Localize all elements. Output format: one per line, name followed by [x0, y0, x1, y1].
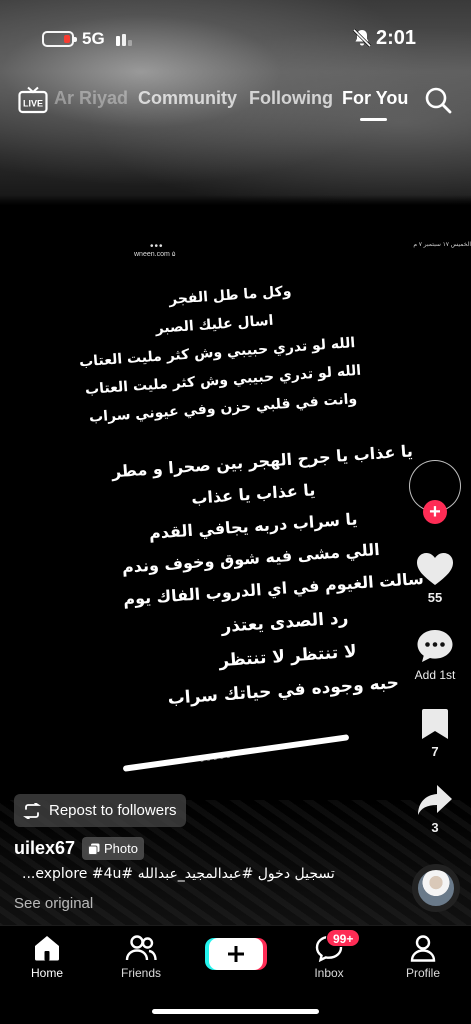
caption-text[interactable]: تسجيل دخول #عبدالمجيد_عبدالله #explore #… — [22, 866, 352, 882]
tab-ar-riyad[interactable]: Ar Riyad — [54, 88, 128, 109]
bookmark-icon — [422, 709, 448, 739]
tab-friends[interactable]: Friends — [101, 934, 181, 980]
poem-line: سالت الغيوم في اي الدروب الفاك يوم — [122, 568, 425, 609]
tab-inbox-label: Inbox — [314, 966, 344, 980]
friends-icon — [125, 935, 157, 961]
comment-icon — [417, 630, 453, 662]
live-label: LIVE — [23, 99, 43, 109]
inbox-badge: 99+ — [326, 929, 361, 947]
poem-line: يا عذاب يا عذاب — [190, 480, 316, 508]
tab-home[interactable]: Home — [7, 934, 87, 980]
tab-profile[interactable]: Profile — [383, 934, 463, 980]
tab-friends-label: Friends — [120, 966, 161, 980]
photo-badge: Photo — [82, 837, 144, 860]
bottom-tab-bar: Home Friends Inbox 99+ Profile — [0, 925, 471, 1024]
poem-text: وكل ما طل الفجر اسال عليك الصبر الله لو … — [10, 261, 425, 709]
tab-profile-label: Profile — [405, 966, 440, 980]
share-button[interactable]: 3 — [400, 784, 470, 835]
poem-line: اللي مشى فيه شوق وخوف وندم — [121, 539, 381, 577]
profile-icon — [410, 935, 436, 962]
repost-label: Repost to followers — [49, 802, 177, 819]
live-button[interactable]: LIVE — [18, 86, 48, 114]
tab-home-label: Home — [30, 966, 63, 980]
username[interactable]: uilex67 — [14, 838, 75, 859]
comment-button[interactable]: Add 1st — [400, 628, 470, 682]
battery-icon — [42, 31, 77, 47]
poem-line: رد الصدى يعتذر — [220, 608, 349, 638]
handwritten-stroke — [122, 734, 350, 772]
corner-note: الخميس ١٧ سبتمبر ٧ م — [413, 242, 471, 248]
tab-following[interactable]: Following — [249, 88, 333, 109]
tab-community[interactable]: Community — [138, 88, 237, 109]
live-tv-icon: LIVE — [18, 86, 48, 114]
like-button[interactable]: 55 — [400, 552, 470, 605]
repost-button[interactable]: Repost to followers — [14, 794, 186, 827]
photo-badge-label: Photo — [104, 841, 138, 856]
poem-line: وكل ما طل الفجر — [168, 283, 292, 308]
tab-for-you[interactable]: For You — [342, 88, 408, 109]
poem-line: يا عذاب يا جرح الهجر بين صحرا و مطر — [111, 441, 414, 482]
poem-line: يا سراب دربه يجافي القدم — [148, 509, 359, 543]
signal-icon — [116, 32, 136, 46]
status-bar: 5G 2:01 — [0, 0, 471, 78]
like-count: 55 — [427, 590, 443, 605]
watermark: wneen.com ۵ — [134, 251, 176, 258]
poem-line: لا تنتظر لا تنتظر — [218, 641, 358, 672]
home-icon — [35, 936, 59, 961]
comment-label: Add 1st — [414, 668, 456, 682]
share-arrow-icon — [418, 785, 452, 815]
network-type: 5G — [82, 29, 105, 48]
active-tab-indicator — [360, 118, 387, 121]
top-nav: LIVE Ar Riyad Community Following For Yo… — [0, 80, 471, 122]
poem-line: اسال عليك الصبر — [155, 312, 274, 337]
poem-line: حبه وجوده في حياتك سراب — [167, 672, 400, 709]
create-button[interactable] — [209, 938, 263, 970]
home-indicator — [152, 1009, 319, 1014]
bookmark-count: 7 — [431, 744, 439, 759]
plus-icon — [228, 946, 244, 962]
repost-icon — [23, 802, 41, 819]
heart-icon — [417, 553, 453, 585]
photo-icon — [88, 843, 100, 855]
share-count: 3 — [431, 820, 439, 835]
clock: 2:01 — [376, 27, 417, 49]
poem-line: وانت في قلبي حزن وفي عيوني سراب — [88, 391, 358, 426]
search-icon[interactable] — [424, 86, 452, 114]
follow-plus-icon[interactable]: + — [423, 500, 447, 524]
see-original-link[interactable]: See original — [14, 895, 93, 912]
sound-disc[interactable] — [412, 864, 460, 912]
bookmark-button[interactable]: 7 — [400, 708, 470, 759]
mute-bell-icon — [352, 28, 372, 48]
